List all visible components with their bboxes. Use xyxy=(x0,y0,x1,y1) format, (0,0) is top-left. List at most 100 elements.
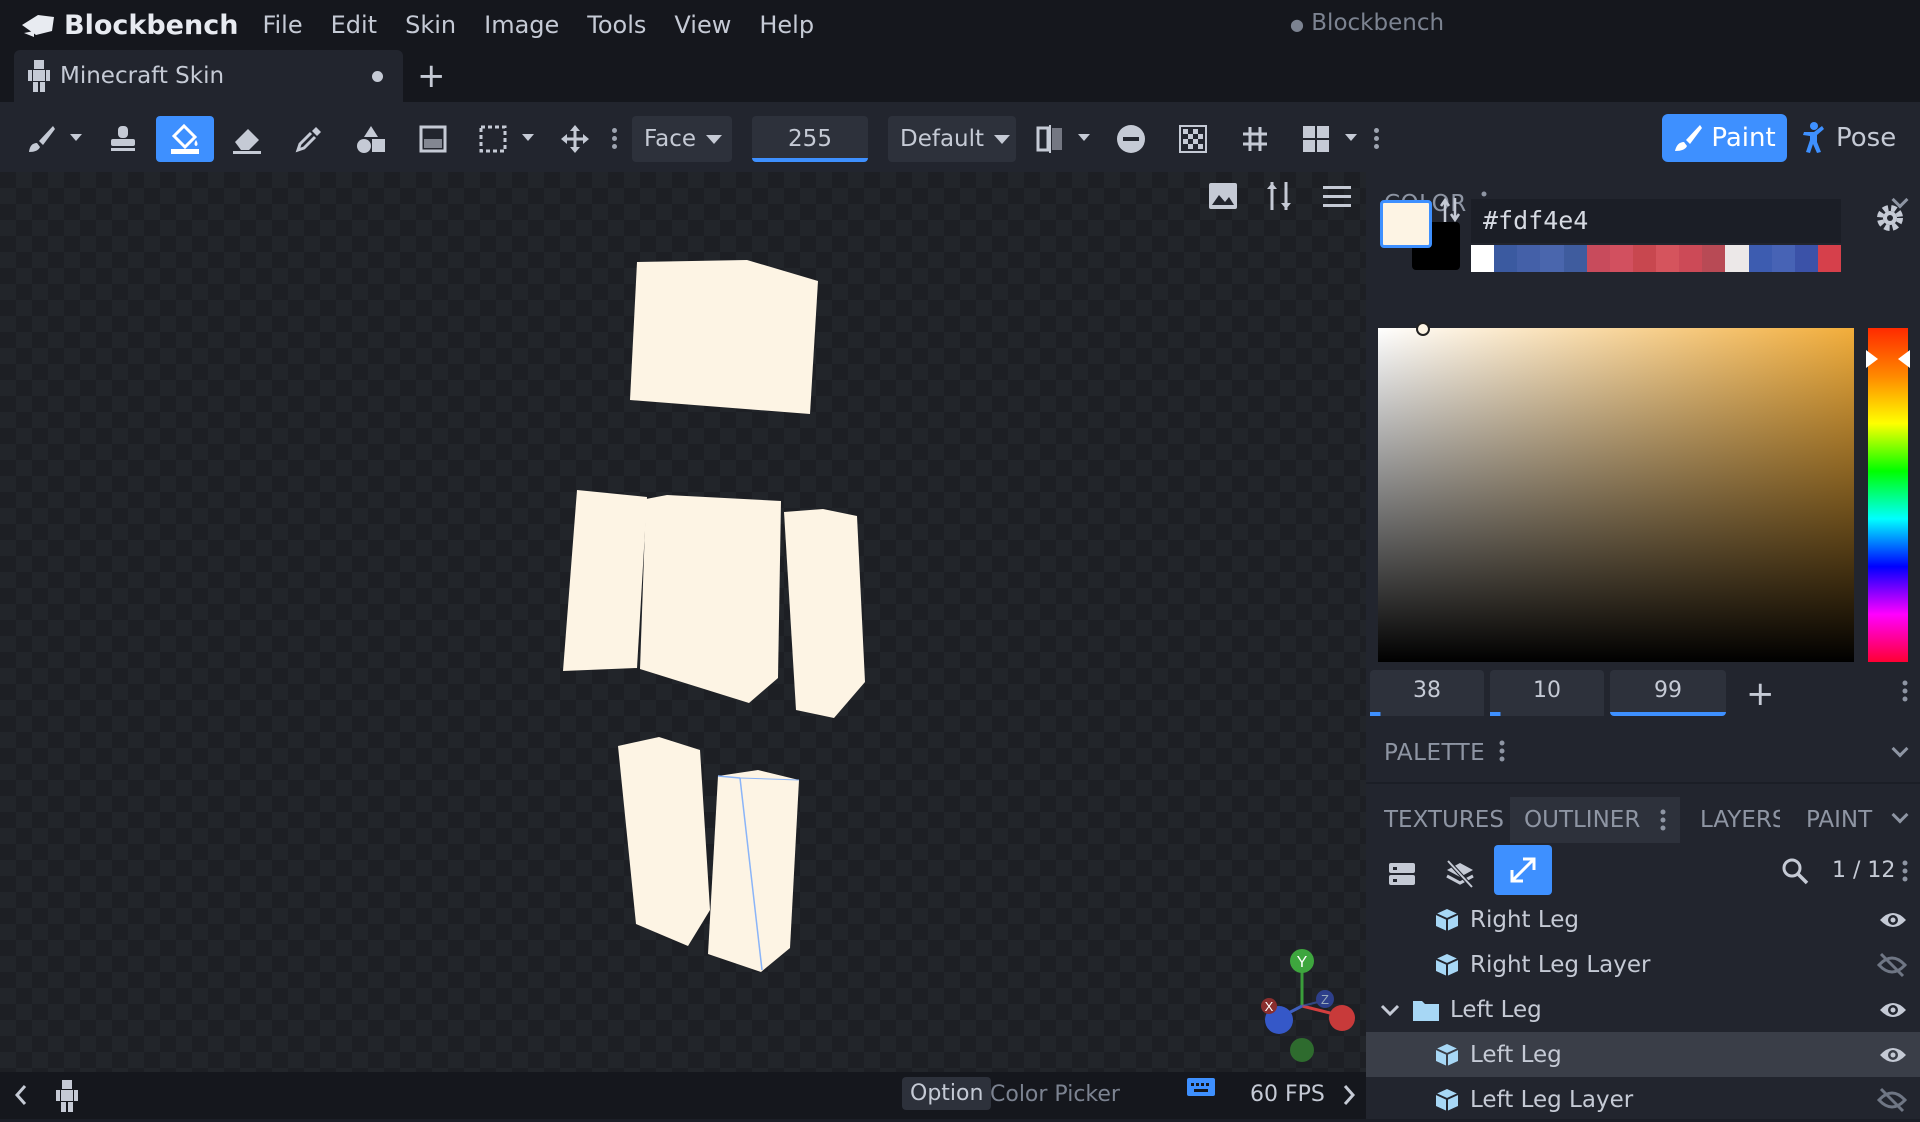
color-swatch[interactable] xyxy=(1679,245,1703,272)
face-mode-select[interactable]: Face xyxy=(632,116,732,162)
outliner-row-left-leg-group[interactable]: Left Leg xyxy=(1366,987,1920,1032)
tab-textures[interactable]: TEXTURES xyxy=(1384,807,1506,833)
palette-panel-header[interactable]: PALETTE xyxy=(1366,733,1920,773)
color-swatch[interactable] xyxy=(1517,245,1541,272)
menu-file[interactable]: File xyxy=(248,11,316,39)
color-history-swatches[interactable] xyxy=(1471,245,1841,272)
app-logo[interactable]: Blockbench xyxy=(20,10,238,41)
outliner-row-right-leg-layer[interactable]: Right Leg Layer xyxy=(1366,942,1920,987)
pixel-perfect-toggle[interactable] xyxy=(1170,116,1216,162)
brush-dropdown-caret-icon[interactable] xyxy=(70,134,82,141)
color-swatch[interactable] xyxy=(1586,245,1610,272)
outliner-row-left-leg-layer[interactable]: Left Leg Layer xyxy=(1366,1077,1920,1122)
paint-mode-button[interactable]: Paint xyxy=(1662,114,1787,162)
sv-picker-handle[interactable] xyxy=(1416,322,1430,336)
axis-gizmo[interactable]: Y X Z xyxy=(1247,946,1357,1066)
expanded-chevron-icon[interactable] xyxy=(1380,1003,1400,1017)
saturation-value-picker[interactable] xyxy=(1378,322,1854,662)
viewport-settings-sliders-icon[interactable] xyxy=(1264,180,1294,216)
menu-help[interactable]: Help xyxy=(745,11,828,39)
value-input[interactable]: 99 xyxy=(1610,670,1726,716)
color-values-menu-icon[interactable] xyxy=(1902,680,1908,706)
color-picker-tool[interactable] xyxy=(286,116,332,162)
tab-label: Minecraft Skin xyxy=(60,63,225,89)
menu-image[interactable]: Image xyxy=(470,11,573,39)
color-settings-gear-icon[interactable] xyxy=(1874,202,1906,238)
color-swatch[interactable] xyxy=(1702,245,1726,272)
add-to-palette-plus-icon[interactable]: + xyxy=(1746,674,1775,714)
color-swatch[interactable] xyxy=(1656,245,1680,272)
menu-edit[interactable]: Edit xyxy=(317,11,391,39)
hue-handle-left-icon[interactable] xyxy=(1866,350,1878,368)
viewport-menu-hamburger-icon[interactable] xyxy=(1322,184,1352,212)
menu-view[interactable]: View xyxy=(660,11,745,39)
visibility-eye-icon[interactable] xyxy=(1878,1045,1908,1065)
shape-tool[interactable] xyxy=(348,116,394,162)
swap-colors-icon[interactable] xyxy=(1439,196,1461,228)
menu-tools[interactable]: Tools xyxy=(573,11,660,39)
brush-tool[interactable] xyxy=(18,116,64,162)
palette-panel-collapse-icon[interactable] xyxy=(1891,740,1909,758)
saturation-input[interactable]: 10 xyxy=(1490,670,1604,716)
color-swatch[interactable] xyxy=(1540,245,1564,272)
palette-panel-menu-icon[interactable] xyxy=(1499,740,1505,766)
mirror-dropdown-caret-icon[interactable] xyxy=(1078,134,1090,141)
add-group-button[interactable] xyxy=(1380,852,1424,896)
3d-viewport[interactable]: Y X Z xyxy=(0,172,1366,1072)
toolbar-more-icon[interactable] xyxy=(612,128,618,150)
gradient-tool[interactable] xyxy=(410,116,456,162)
expand-all-button[interactable] xyxy=(1494,845,1552,895)
selection-dropdown-caret-icon[interactable] xyxy=(522,134,534,141)
toolbar-more-icon-2[interactable] xyxy=(1374,128,1380,150)
primary-color-swatch[interactable] xyxy=(1380,200,1432,248)
brush-shape-select[interactable]: Default xyxy=(888,116,1016,162)
layout-dropdown-caret-icon[interactable] xyxy=(1345,134,1357,141)
color-swatch[interactable] xyxy=(1748,245,1772,272)
menu-skin[interactable]: Skin xyxy=(391,11,470,39)
selection-tool[interactable] xyxy=(470,116,516,162)
mirror-painting-toggle[interactable] xyxy=(1030,116,1070,162)
new-tab-plus-icon[interactable]: + xyxy=(417,56,446,96)
tab-paint[interactable]: PAINT xyxy=(1806,807,1874,833)
player-model-icon[interactable] xyxy=(56,1080,78,1116)
outliner-row-right-leg[interactable]: Right Leg xyxy=(1366,897,1920,942)
tab-outliner[interactable]: OUTLINER xyxy=(1510,797,1680,843)
color-swatch[interactable] xyxy=(1494,245,1518,272)
clone-stamp-tool[interactable] xyxy=(100,116,146,162)
toggle-layers-button[interactable] xyxy=(1438,852,1482,896)
visibility-eye-off-icon[interactable] xyxy=(1876,952,1908,978)
hue-input[interactable]: 38 xyxy=(1370,670,1484,716)
opacity-input[interactable]: 255 xyxy=(752,116,868,162)
outliner-menu-icon[interactable] xyxy=(1902,860,1908,886)
panel-tabs-collapse-icon[interactable] xyxy=(1891,806,1909,824)
layout-toggle[interactable] xyxy=(1294,116,1338,162)
color-swatch[interactable] xyxy=(1725,245,1749,272)
sidebar-collapse-left-icon[interactable] xyxy=(14,1084,28,1110)
outliner-row-left-leg[interactable]: Left Leg xyxy=(1366,1032,1920,1077)
color-swatch[interactable] xyxy=(1563,245,1587,272)
eraser-tool[interactable] xyxy=(224,116,270,162)
hue-slider[interactable] xyxy=(1866,328,1910,662)
hex-color-input[interactable]: #fdf4e4 xyxy=(1471,199,1841,243)
grid-toggle[interactable] xyxy=(1232,116,1278,162)
color-swatch[interactable] xyxy=(1471,245,1495,272)
visibility-eye-icon[interactable] xyxy=(1878,910,1908,930)
lock-alpha-toggle[interactable] xyxy=(1108,116,1154,162)
color-swatch[interactable] xyxy=(1771,245,1795,272)
keyboard-icon[interactable] xyxy=(1186,1076,1216,1102)
hue-handle-right-icon[interactable] xyxy=(1898,350,1910,368)
pose-mode-button[interactable]: Pose xyxy=(1800,114,1910,162)
viewport-background-image-icon[interactable] xyxy=(1208,182,1238,214)
tab-minecraft-skin[interactable]: Minecraft Skin xyxy=(14,50,403,102)
color-swatch[interactable] xyxy=(1794,245,1818,272)
color-swatch[interactable] xyxy=(1609,245,1633,272)
fill-bucket-tool[interactable] xyxy=(156,116,214,162)
color-swatch[interactable] xyxy=(1817,245,1841,272)
move-tool[interactable] xyxy=(552,116,598,162)
visibility-eye-icon[interactable] xyxy=(1878,1000,1908,1020)
color-swatch[interactable] xyxy=(1632,245,1656,272)
visibility-eye-off-icon[interactable] xyxy=(1876,1087,1908,1113)
outliner-search-icon[interactable] xyxy=(1780,856,1810,890)
sidebar-collapse-right-icon[interactable] xyxy=(1342,1084,1356,1110)
tab-layers[interactable]: LAYERS xyxy=(1700,807,1780,833)
